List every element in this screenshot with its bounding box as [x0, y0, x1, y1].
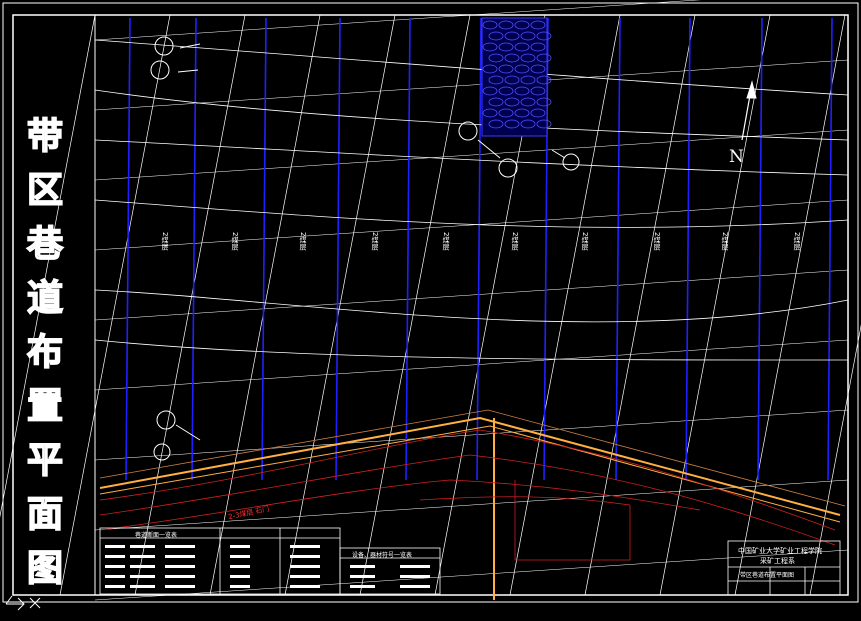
grid-line	[94, 409, 849, 461]
grid-line	[359, 14, 471, 596]
title-char: 道	[26, 277, 64, 320]
seam-label: 2煤层	[299, 232, 307, 251]
legend-cell-mark	[165, 585, 195, 588]
legend-cell-mark	[350, 585, 375, 588]
legend-cell-mark	[290, 555, 320, 558]
legend-table-title: 巷道断面一览表	[135, 532, 178, 539]
legend-cell-mark	[130, 585, 155, 588]
legend-cell-mark	[130, 545, 155, 548]
roadway-line	[125, 17, 131, 481]
title-char: 巷	[26, 223, 64, 266]
legend-cell-mark	[105, 585, 125, 588]
floor-contours	[99, 429, 836, 561]
grid-line	[584, 14, 696, 596]
ucs-icon	[5, 595, 41, 611]
legend-cell-mark	[290, 565, 320, 568]
north-arrow	[741, 80, 757, 141]
title-char: 区	[26, 169, 64, 212]
seam-label: 2煤层	[371, 232, 379, 251]
legend-cell-mark	[350, 565, 375, 568]
grid-line	[94, 59, 849, 111]
legend-cell-mark	[165, 565, 195, 568]
legend-table2-title: 设备、器材符号一览表	[352, 552, 413, 559]
legend-cell-mark	[400, 575, 430, 578]
title-char: 布	[26, 331, 64, 374]
cad-viewport[interactable]: 带 区 巷 道 布 置 平 面 图 N 2煤层 2煤层 2煤层 2煤层 2煤层 …	[0, 0, 861, 621]
title-char: 图	[26, 547, 64, 590]
roadway-line	[261, 17, 267, 481]
legend-cell-mark	[400, 585, 430, 588]
legend-cell-mark	[105, 575, 125, 578]
roadway-line	[476, 17, 482, 481]
seam-label: 2煤层	[161, 232, 169, 251]
title-char: 置	[26, 385, 64, 428]
grid-line	[94, 339, 849, 391]
title-block-school: 中国矿业大学矿业工程学院	[738, 547, 822, 555]
roadway-line	[615, 17, 621, 481]
seam-label: 2煤层	[442, 232, 450, 251]
legend-cell-mark	[290, 585, 320, 588]
outer-frame	[2, 2, 859, 603]
drawing-title-vertical: 带 区 巷 道 布 置 平 面 图	[22, 110, 68, 590]
seam-label: 2煤层	[653, 232, 661, 251]
legend-cell-mark	[165, 575, 195, 578]
seam-label: 2煤层	[581, 232, 589, 251]
seam-label: 2煤层	[721, 232, 729, 251]
seam-label: 2煤层	[231, 232, 239, 251]
legend-cell-mark	[165, 555, 195, 558]
grid-line	[659, 14, 771, 596]
grid-line	[94, 199, 849, 251]
legend-cell-mark	[165, 545, 195, 548]
grid-line	[94, 269, 849, 321]
title-block-dept: 采矿工程系	[760, 557, 795, 565]
title-char: 带	[26, 115, 64, 158]
legend-cell-mark	[105, 565, 125, 568]
legend-cell-mark	[230, 545, 250, 548]
grid-line	[59, 14, 171, 596]
grid-line	[94, 549, 849, 601]
title-block-drawing-name: 带区巷道布置平面图	[740, 572, 795, 579]
legend-cell-mark	[130, 555, 155, 558]
legend-cell-mark	[230, 585, 250, 588]
legend-cell-mark	[290, 575, 320, 578]
legend-cell-mark	[400, 565, 430, 568]
roadway-line	[757, 17, 763, 481]
title-char: 平	[26, 439, 64, 482]
legend-cell-mark	[230, 555, 250, 558]
legend-cell-mark	[350, 575, 375, 578]
north-label: N	[729, 147, 744, 167]
legend-cell-mark	[105, 555, 125, 558]
roadway-line	[191, 17, 197, 481]
legend-cell-mark	[230, 565, 250, 568]
roadway-line	[827, 17, 833, 481]
seam-label: 2煤层	[511, 232, 519, 251]
legend-cell-mark	[230, 575, 250, 578]
roadway-line	[405, 17, 411, 481]
legend-cell-mark	[105, 545, 125, 548]
seam-label: 2煤层	[793, 232, 801, 251]
cad-drawing	[0, 0, 861, 603]
legend-cell-mark	[290, 545, 320, 548]
roadway-line	[335, 17, 341, 481]
title-char: 面	[26, 493, 64, 536]
grid-line	[94, 0, 702, 41]
roadway-line	[685, 17, 691, 481]
legend-cell-mark	[130, 565, 155, 568]
legend-cell-mark	[130, 575, 155, 578]
